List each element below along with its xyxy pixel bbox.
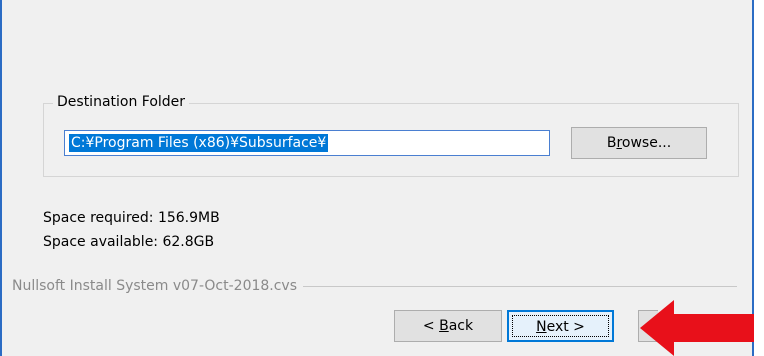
- next-label-accel: N: [536, 319, 547, 335]
- back-label-pre: <: [422, 318, 440, 334]
- destination-path-input[interactable]: C:¥Program Files (x86)¥Subsurface¥: [64, 130, 550, 156]
- browse-button[interactable]: Browse...: [571, 127, 707, 159]
- next-button[interactable]: Next >: [507, 310, 614, 342]
- back-label-post: ack: [448, 318, 474, 334]
- destination-folder-legend: Destination Folder: [53, 93, 190, 111]
- branding-text: Nullsoft Install System v07-Oct-2018.cvs: [12, 277, 304, 295]
- destination-path-value: C:¥Program Files (x86)¥Subsurface¥: [69, 134, 329, 152]
- next-label-post: ext >: [546, 319, 585, 335]
- next-focus-rect: Next >: [512, 315, 609, 337]
- red-arrow-shape: [640, 300, 754, 356]
- browse-label-post: owse...: [621, 135, 672, 151]
- space-available-text: Space available: 62.8GB: [43, 234, 215, 250]
- red-arrow-icon: [640, 300, 754, 356]
- installer-window: Destination Folder C:¥Program Files (x86…: [0, 0, 764, 356]
- window-border-left: [0, 0, 2, 356]
- browse-label-pre: B: [606, 135, 617, 151]
- space-required-text: Space required: 156.9MB: [43, 210, 220, 226]
- outside-area: [754, 0, 764, 356]
- back-label-accel: B: [439, 318, 449, 334]
- back-button[interactable]: < Back: [394, 310, 502, 342]
